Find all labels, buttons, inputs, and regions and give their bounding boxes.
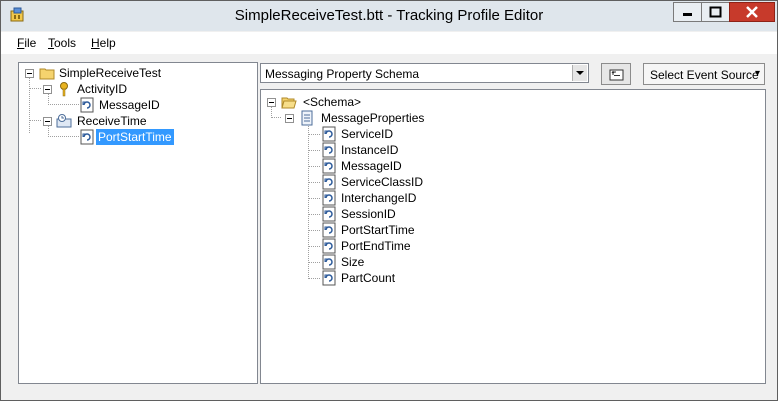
property-icon <box>322 222 336 238</box>
document-icon <box>301 110 313 126</box>
maximize-button[interactable] <box>701 2 730 22</box>
up-level-button[interactable] <box>601 63 631 85</box>
select-event-source-button[interactable]: Select Event Source ▾ <box>643 63 765 85</box>
property-icon <box>322 254 336 270</box>
tree-node-property[interactable]: PortStartTime <box>321 222 521 238</box>
tree-node-root[interactable]: SimpleReceiveTest <box>23 65 243 81</box>
menu-tools[interactable]: Tools <box>48 36 76 50</box>
property-icon <box>322 206 336 222</box>
schema-dropdown[interactable]: Messaging Property Schema <box>260 63 589 83</box>
chevron-down-icon: ▾ <box>754 68 760 79</box>
key-icon <box>60 82 68 97</box>
tree-label: InterchangeID <box>341 191 417 205</box>
property-icon <box>80 129 94 145</box>
tree-node-schema[interactable]: <Schema> <box>265 94 465 110</box>
schema-dropdown-value: Messaging Property Schema <box>265 67 420 81</box>
collapse-icon[interactable] <box>25 69 34 78</box>
property-icon <box>322 126 336 142</box>
timer-icon <box>56 114 72 128</box>
tree-node-receivetime[interactable]: ReceiveTime <box>41 113 241 129</box>
tree-label: InstanceID <box>341 143 399 157</box>
tree-label: PortStartTime <box>341 223 415 237</box>
tree-node-messageid[interactable]: MessageID <box>79 97 239 113</box>
tree-label-selected: PortStartTime <box>96 129 174 145</box>
tree-node-property[interactable]: PortEndTime <box>321 238 521 254</box>
dropdown-arrow-button[interactable] <box>572 65 587 81</box>
tree-label: PartCount <box>341 271 396 285</box>
property-icon <box>322 174 336 190</box>
maximize-icon <box>709 6 722 18</box>
tree-node-property[interactable]: PartCount <box>321 270 521 286</box>
open-folder-icon <box>281 97 297 109</box>
tree-label: SessionID <box>341 207 396 221</box>
tree-node-property[interactable]: Size <box>321 254 521 270</box>
chevron-down-icon <box>576 71 584 75</box>
minimize-icon <box>683 13 692 16</box>
tracking-profile-tree[interactable]: SimpleReceiveTest ActivityID MessageID R… <box>18 62 258 384</box>
window-title: SimpleReceiveTest.btt - Tracking Profile… <box>234 7 544 24</box>
up-folder-icon <box>609 69 624 81</box>
tree-label: MessageProperties <box>321 111 425 125</box>
tree-label: ServiceClassID <box>341 175 424 189</box>
title-bar[interactable]: SimpleReceiveTest.btt - Tracking Profile… <box>1 1 777 31</box>
tree-node-property[interactable]: InterchangeID <box>321 190 521 206</box>
close-button[interactable] <box>729 2 775 22</box>
tree-node-portstarttime[interactable]: PortStartTime <box>79 129 239 145</box>
close-icon <box>746 6 758 18</box>
collapse-icon[interactable] <box>43 85 52 94</box>
tree-node-property[interactable]: ServiceID <box>321 126 521 142</box>
tree-node-property[interactable]: SessionID <box>321 206 521 222</box>
tree-label: ReceiveTime <box>77 114 147 128</box>
tree-label: MessageID <box>341 159 402 173</box>
menu-bar: File Tools Help <box>1 32 777 54</box>
tree-label: Size <box>341 255 365 269</box>
tree-label: PortEndTime <box>341 239 411 253</box>
collapse-icon[interactable] <box>43 117 52 126</box>
app-window: SimpleReceiveTest.btt - Tracking Profile… <box>0 0 778 401</box>
tree-label: SimpleReceiveTest <box>59 66 162 80</box>
tree-node-property[interactable]: InstanceID <box>321 142 521 158</box>
tree-node-property[interactable]: ServiceClassID <box>321 174 521 190</box>
property-icon <box>322 190 336 206</box>
schema-tree[interactable]: <Schema> MessageProperties ServiceID Inst… <box>260 89 766 384</box>
tree-node-messageproperties[interactable]: MessageProperties <box>283 110 483 126</box>
minimize-button[interactable] <box>673 2 702 22</box>
window-bottom-edge <box>1 393 777 400</box>
tree-node-property[interactable]: MessageID <box>321 158 521 174</box>
select-event-source-label: Select Event Source <box>650 68 759 82</box>
property-icon <box>322 158 336 174</box>
menu-help[interactable]: Help <box>91 36 116 50</box>
property-icon <box>80 97 94 113</box>
folder-icon <box>39 68 55 80</box>
property-icon <box>322 270 336 286</box>
tree-node-activityid[interactable]: ActivityID <box>41 81 241 97</box>
tree-label: ActivityID <box>77 82 128 96</box>
tree-label: ServiceID <box>341 127 394 141</box>
property-icon <box>322 142 336 158</box>
collapse-icon[interactable] <box>285 114 294 123</box>
property-icon <box>322 238 336 254</box>
tree-label: <Schema> <box>303 95 362 109</box>
tree-label: MessageID <box>99 98 160 112</box>
menu-file[interactable]: File <box>17 36 36 50</box>
collapse-icon[interactable] <box>267 98 276 107</box>
